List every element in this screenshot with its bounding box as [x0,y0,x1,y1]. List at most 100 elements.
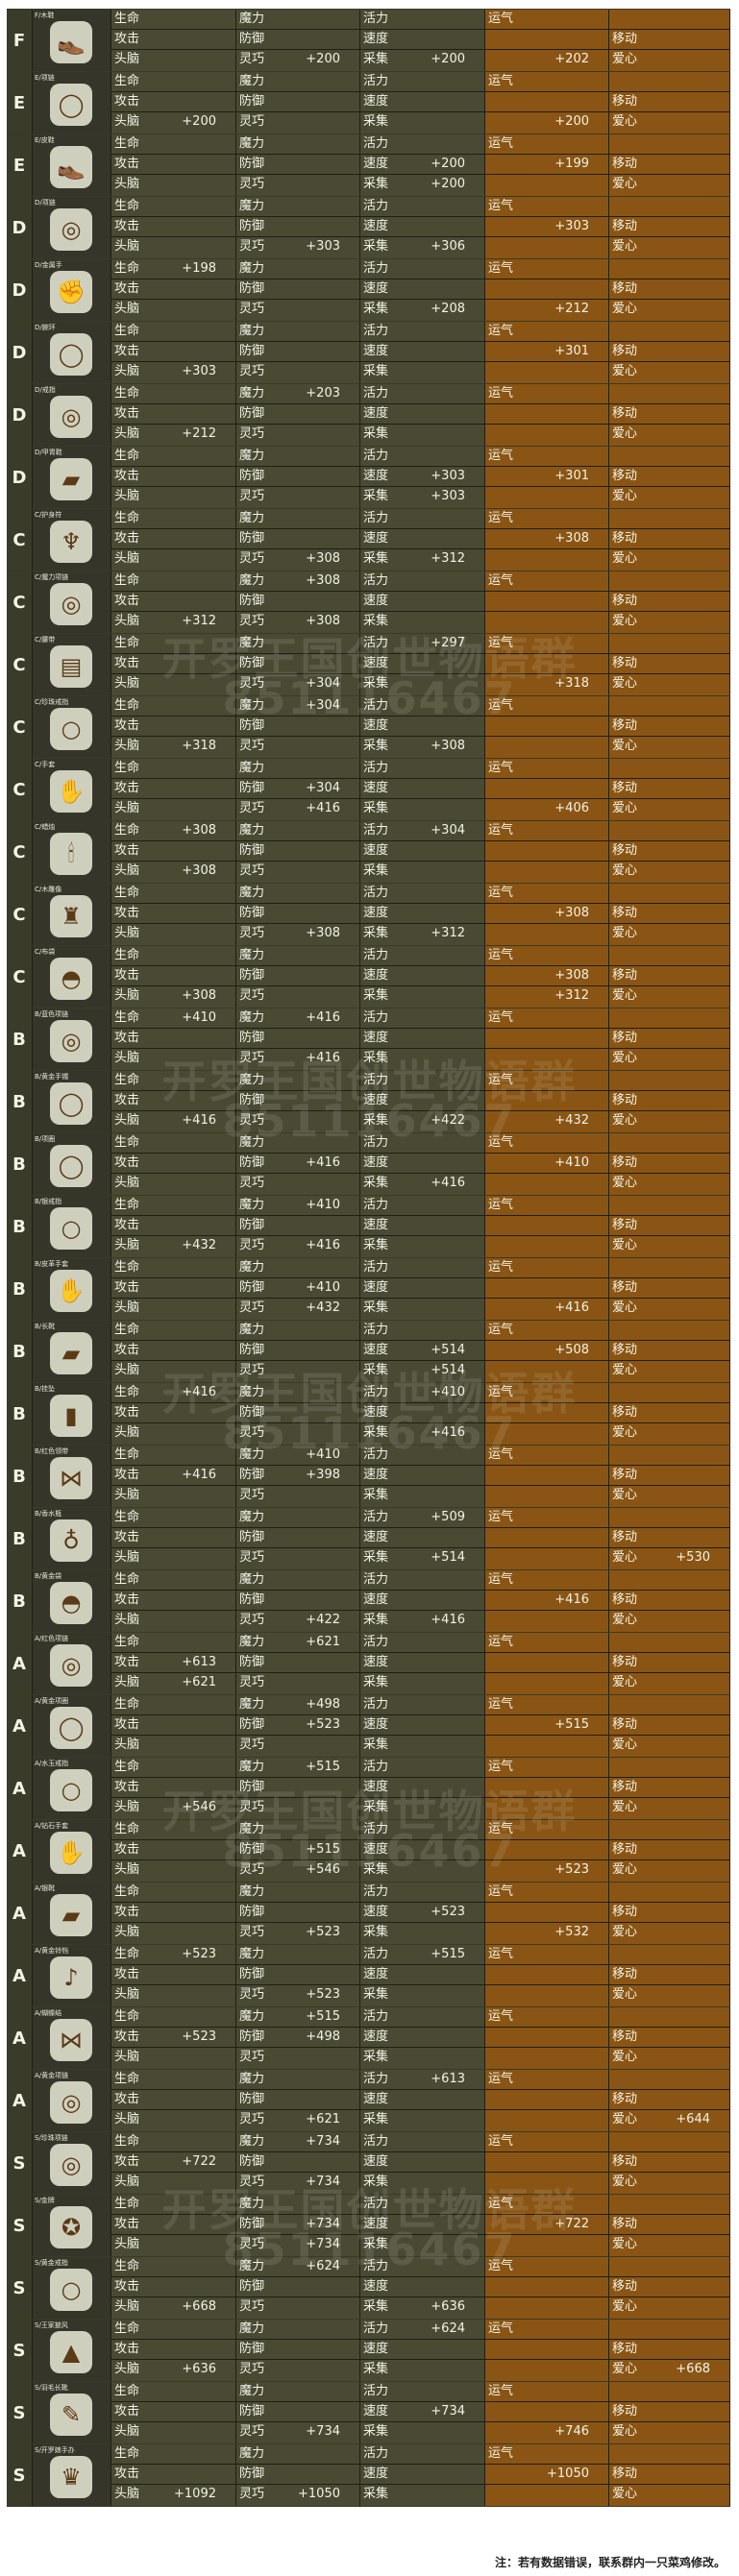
item-row: C C/布袋 ◓ 生命 魔力 活力 运气 攻击 防御 速度 +308 移动 头脑 +308 灵巧 采集 +312… [7,946,730,1009]
stat-line: 头脑 灵巧 +422 采集 +416 爱心 [111,1611,730,1632]
stat-cell: 防御 [236,467,360,486]
stat-label: 魔力 [239,12,265,26]
royal-cape-icon: ▲ [50,2331,92,2373]
item-row: F F/木鞋 👞 生命 魔力 活力 运气 攻击 防御 速度 移动 头脑 灵巧 +200 采集 +200 +202… [7,10,730,72]
stat-label: 活力 [363,1572,389,1587]
stat-label: 移动 [612,469,638,483]
bracelet-icon: ◯ [50,333,92,376]
stat-value: +416 [306,1051,340,1065]
stat-cell: 移动 [609,2402,730,2421]
stat-label: 爱心 [612,1550,638,1565]
stat-cell: 攻击 [111,1778,236,1797]
silver-ring-icon: ○ [50,1207,92,1250]
item-card: B/红色领带 ⋈ [33,1446,111,1507]
stat-line: 生命 魔力 +515 活力 运气 [111,1758,730,1778]
stat-cell: 防御 [236,1653,360,1672]
stat-value: +514 [431,1343,465,1357]
stat-cell: 生命 [111,509,236,528]
rank-label: B [7,1258,33,1320]
item-card: C/腰带 ▤ [33,634,111,695]
stat-cell [485,1903,609,1922]
stat-cell [485,862,609,883]
stat-label: 活力 [363,2134,389,2149]
stat-label: 生命 [114,1822,140,1836]
stat-label: 生命 [114,136,140,151]
stat-value: +416 [431,1613,465,1627]
stat-label: 活力 [363,948,389,962]
item-name: C/腰带 [35,636,56,644]
stat-cell: 采集 [360,2235,485,2256]
stat-label: 生命 [114,12,140,26]
stat-line: 头脑 灵巧 +546 采集 +523 爱心 [111,1860,730,1882]
stat-label: 运气 [488,823,514,838]
stat-label: 爱心 [612,2175,638,2189]
stat-cell: 灵巧 +734 [236,2235,360,2256]
stat-label: 防御 [239,2467,265,2481]
stat-label: 运气 [488,1447,514,1462]
stat-label: 爱心 [612,1051,638,1065]
stat-cell: 头脑 +432 [111,1236,236,1257]
stat-label: 活力 [363,2321,389,2336]
stat-label: 运气 [488,573,514,588]
stat-line: 生命 +523 魔力 活力 +515 运气 [111,1945,730,1965]
stat-label: 生命 [114,1760,140,1774]
stat-cell: 采集 [360,362,485,383]
stat-cell [609,509,730,528]
stat-cell: 爱心 [609,175,730,196]
item-row: C C/珍珠戒指 ○ 生命 魔力 +304 活力 运气 攻击 防御 速度 移动 头脑 +318 灵巧 采集 +3… [7,696,730,759]
stat-line: 攻击 防御 速度 移动 [111,2277,730,2297]
stat-label: 移动 [612,843,638,858]
stat-label: 速度 [363,2342,389,2356]
stat-label: 采集 [363,489,389,503]
stat-label: 生命 [114,1010,140,1025]
stat-label: 爱心 [612,676,638,691]
stat-cell: 采集 +312 [360,924,485,945]
stat-label: 灵巧 [239,1550,265,1565]
stat-value: +636 [182,2362,216,2376]
stat-cell [485,1049,609,1070]
stat-label: 灵巧 [239,1363,265,1377]
stat-cell: 爱心 [609,2297,730,2319]
stat-label: 攻击 [114,906,140,920]
stat-cell: 移动 [609,1091,730,1110]
rank-label: D [7,447,33,508]
stat-cell: 采集 [360,2422,485,2443]
stat-label: 灵巧 [239,2424,265,2439]
stat-label: 运气 [488,1572,514,1587]
stat-grid: 生命 魔力 活力 +624 运气 攻击 防御 速度 移动 头脑 +636 灵巧 采集 爱心 +668 [111,2320,730,2381]
stat-cell: 移动 [609,841,730,861]
stat-label: 头脑 [114,1550,140,1565]
stat-line: 生命 魔力 +621 活力 运气 [111,1633,730,1653]
stat-label: 魔力 [239,2384,265,2398]
stat-value: +1050 [298,2487,340,2501]
stat-cell [485,1548,609,1569]
stat-cell: 头脑 +636 [111,2360,236,2381]
item-row: E E/项链 ◯ 生命 魔力 活力 运气 攻击 防御 速度 移动 头脑 +200 灵巧 采集 +200 爱心 [7,72,730,134]
stat-cell: 运气 [485,884,609,903]
stat-line: 头脑 灵巧 +734 采集 爱心 [111,2173,730,2194]
stat-label: 采集 [363,739,389,753]
stat-cell: 采集 [360,1673,485,1694]
stat-cell: 头脑 +212 [111,425,236,446]
stat-cell: 运气 [485,2320,609,2339]
stat-cell: 头脑 [111,50,236,71]
stat-value: +304 [306,676,340,691]
stat-label: 防御 [239,1655,265,1669]
stat-label: 生命 [114,199,140,213]
stat-cell: 移动 [609,1029,730,1048]
stat-cell: 攻击 [111,1528,236,1547]
stat-label: 防御 [239,1280,265,1295]
pearl-necklace-icon: ◎ [50,2144,92,2186]
stat-cell: 爱心 [609,612,730,633]
stat-label: 魔力 [239,2321,265,2336]
stat-cell: 防御 [236,592,360,611]
item-name: D/项链 [35,199,56,207]
stat-cell: 防御 [236,2465,360,2484]
stat-label: 魔力 [239,2446,265,2461]
stat-cell: 生命 +410 [111,1009,236,1028]
stat-value: +199 [554,157,589,171]
stat-line: 生命 魔力 活力 +297 运气 [111,634,730,654]
stat-label: 移动 [612,2342,638,2356]
stat-cell [485,2340,609,2359]
stat-line: 攻击 防御 +523 速度 +515 移动 [111,1715,730,1736]
